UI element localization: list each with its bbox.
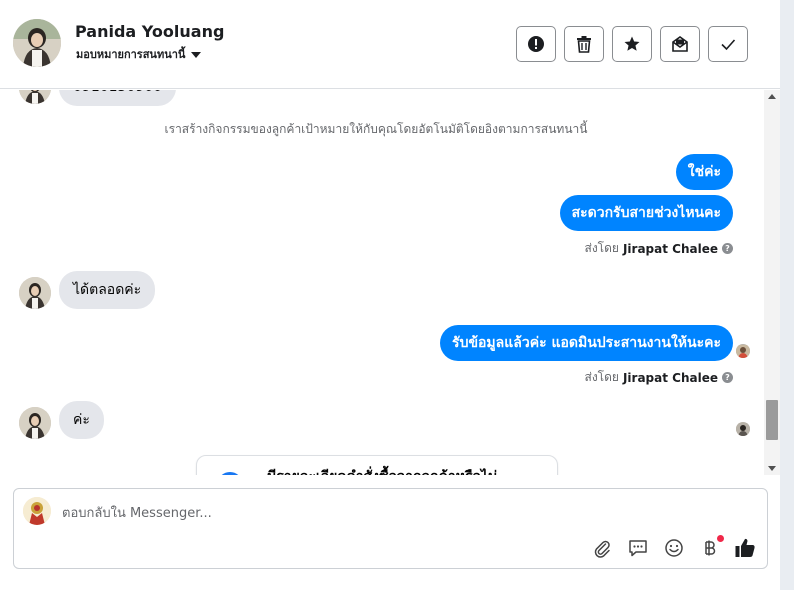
incoming-message[interactable]: 0910150900 (59, 90, 177, 106)
system-notice: เราสร้างกิจกรรมของลูกค้าเป้าหมายให้กับคุ… (164, 122, 588, 136)
scroll-down-icon[interactable] (768, 466, 776, 471)
delete-button[interactable] (564, 26, 604, 62)
help-icon[interactable]: ? (722, 372, 733, 383)
message-thread[interactable]: 0910150900 เราสร้างกิจกรรมของลูกค้าเป้าห… (0, 90, 764, 475)
incoming-message[interactable]: ค่ะ (59, 401, 104, 439)
mark-done-button[interactable] (708, 26, 748, 62)
checkmark-icon (721, 39, 736, 51)
payment-button[interactable] (699, 535, 724, 559)
saved-replies-icon (629, 540, 647, 557)
star-button[interactable] (612, 26, 652, 62)
contact-avatar-small (19, 407, 51, 439)
contact-avatar[interactable] (13, 19, 61, 67)
notification-dot (717, 535, 724, 542)
exclamation-icon (528, 36, 544, 52)
assign-conversation-dropdown[interactable]: มอบหมายการสนทนานี้ (76, 45, 202, 63)
reply-input[interactable] (62, 503, 662, 523)
report-spam-button[interactable] (516, 26, 556, 62)
sent-by-label: ส่งโดย Jirapat Chalee ? (584, 368, 733, 387)
mark-unread-button[interactable] (660, 26, 700, 62)
paperclip-icon (594, 540, 610, 558)
like-button[interactable] (734, 537, 756, 559)
contact-avatar-small (19, 277, 51, 309)
saved-replies-button[interactable] (627, 537, 649, 559)
help-icon[interactable]: ? (722, 243, 733, 254)
question-icon (217, 472, 243, 475)
outgoing-message[interactable]: สะดวกรับสายช่วงไหนคะ (559, 195, 733, 231)
scrollbar-thumb[interactable] (766, 400, 778, 440)
baht-icon (705, 540, 716, 556)
contact-name: Panida Yooluang (75, 22, 225, 41)
lead-question-card[interactable]: มีรายละเอียดคำสั่งซื้อจากลูกค้าหรือไม่ (196, 455, 558, 475)
caret-down-icon (191, 51, 202, 58)
conversation-panel: Panida Yooluang มอบหมายการสนทนานี้ 09101… (0, 0, 780, 590)
sent-by-agent: Jirapat Chalee (622, 370, 718, 385)
thread-scrollbar[interactable] (764, 90, 780, 475)
page-avatar (23, 497, 51, 525)
card-question-text: มีรายละเอียดคำสั่งซื้อจากลูกค้าหรือไม่ (267, 466, 497, 475)
conversation-header: Panida Yooluang มอบหมายการสนทนานี้ (0, 0, 780, 89)
seen-avatar (736, 422, 750, 436)
sent-by-prefix: ส่งโดย (584, 241, 619, 255)
envelope-icon (672, 36, 688, 52)
sent-by-agent: Jirapat Chalee (622, 241, 718, 256)
sent-by-prefix: ส่งโดย (584, 370, 619, 384)
scroll-up-icon[interactable] (768, 94, 776, 99)
star-icon (624, 36, 640, 51)
trash-icon (577, 36, 591, 53)
attach-button[interactable] (591, 537, 613, 559)
emoji-button[interactable] (663, 537, 685, 559)
emoji-icon (665, 539, 683, 557)
assign-label: มอบหมายการสนทนานี้ (76, 48, 186, 61)
contact-avatar-small (19, 90, 51, 104)
incoming-message[interactable]: ได้ตลอดค่ะ (59, 271, 156, 309)
reply-composer (13, 488, 768, 569)
outgoing-message[interactable]: ใช่ค่ะ (675, 154, 733, 190)
outgoing-message[interactable]: รับข้อมูลแล้วค่ะ แอดมินประสานงานให้นะคะ (440, 325, 733, 361)
thumbs-up-icon (735, 538, 755, 557)
seen-avatar (736, 344, 750, 358)
sent-by-label: ส่งโดย Jirapat Chalee ? (584, 239, 733, 258)
